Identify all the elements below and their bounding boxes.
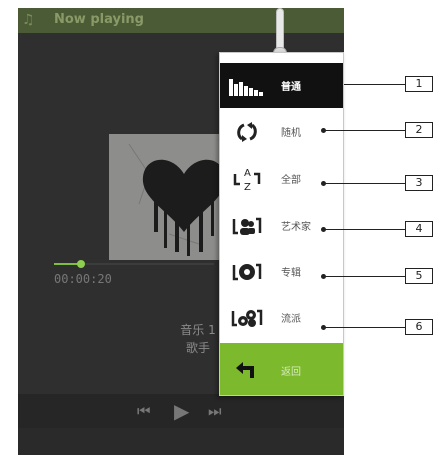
callout-leader bbox=[344, 84, 405, 85]
album-icon bbox=[228, 260, 266, 284]
music-note-icon: ♫ bbox=[22, 12, 35, 28]
callout-3: 3 bbox=[405, 175, 433, 191]
menu-item-artist[interactable]: 艺术家 bbox=[220, 203, 343, 248]
menu-item-label: 流派 bbox=[281, 314, 301, 325]
next-icon[interactable]: ⏭ bbox=[208, 399, 222, 423]
callout-dot bbox=[321, 227, 326, 232]
menu-item-label: 艺术家 bbox=[281, 222, 311, 233]
equalizer-icon bbox=[228, 74, 266, 98]
callout-dot bbox=[321, 181, 326, 186]
callout-5: 5 bbox=[405, 268, 433, 284]
menu-item-all[interactable]: A Z 全部 bbox=[220, 156, 343, 201]
callout-leader bbox=[323, 130, 405, 131]
progress-handle[interactable] bbox=[77, 260, 86, 268]
shuffle-icon bbox=[228, 120, 266, 144]
menu-item-normal[interactable]: 普通 bbox=[220, 63, 343, 108]
callout-leader bbox=[323, 183, 405, 184]
callout-dot bbox=[321, 274, 326, 279]
previous-icon[interactable]: ⏮ bbox=[137, 399, 151, 423]
menu-item-label: 普通 bbox=[281, 82, 301, 93]
menu-item-label: 随机 bbox=[281, 128, 301, 139]
callout-dot bbox=[321, 325, 326, 330]
svg-text:Z: Z bbox=[244, 182, 251, 192]
callout-1: 1 bbox=[405, 76, 433, 92]
callout-2: 2 bbox=[405, 122, 433, 138]
playback-mode-menu: 普通 随机 A Z 全部 艺术家 专辑 流派 返回 bbox=[219, 52, 344, 396]
playback-controls: ⏮ ▶ ⏭ bbox=[18, 394, 344, 428]
callout-4: 4 bbox=[405, 221, 433, 237]
now-playing-bar: ♫ Now playing bbox=[18, 8, 344, 33]
back-button[interactable]: 返回 bbox=[220, 343, 343, 395]
callout-6: 6 bbox=[405, 319, 433, 335]
elapsed-time: 00:00:20 bbox=[54, 272, 112, 286]
menu-item-label: 全部 bbox=[281, 175, 301, 186]
back-label: 返回 bbox=[281, 367, 301, 378]
callout-leader bbox=[323, 327, 405, 328]
menu-item-label: 专辑 bbox=[281, 268, 301, 279]
menu-item-album[interactable]: 专辑 bbox=[220, 249, 343, 294]
sort-az-icon: A Z bbox=[228, 167, 266, 192]
genre-icon bbox=[228, 306, 266, 330]
play-icon[interactable]: ▶ bbox=[174, 399, 189, 423]
callout-dot bbox=[321, 128, 326, 133]
callout-leader bbox=[323, 229, 405, 230]
bottom-bar bbox=[18, 428, 344, 455]
now-playing-title: Now playing bbox=[54, 12, 144, 27]
callout-leader bbox=[323, 276, 405, 277]
svg-text:A: A bbox=[244, 168, 251, 179]
menu-item-genre[interactable]: 流派 bbox=[220, 295, 343, 340]
back-arrow-icon bbox=[228, 357, 266, 383]
progress-bar[interactable] bbox=[54, 260, 214, 268]
artist-icon bbox=[228, 214, 266, 238]
